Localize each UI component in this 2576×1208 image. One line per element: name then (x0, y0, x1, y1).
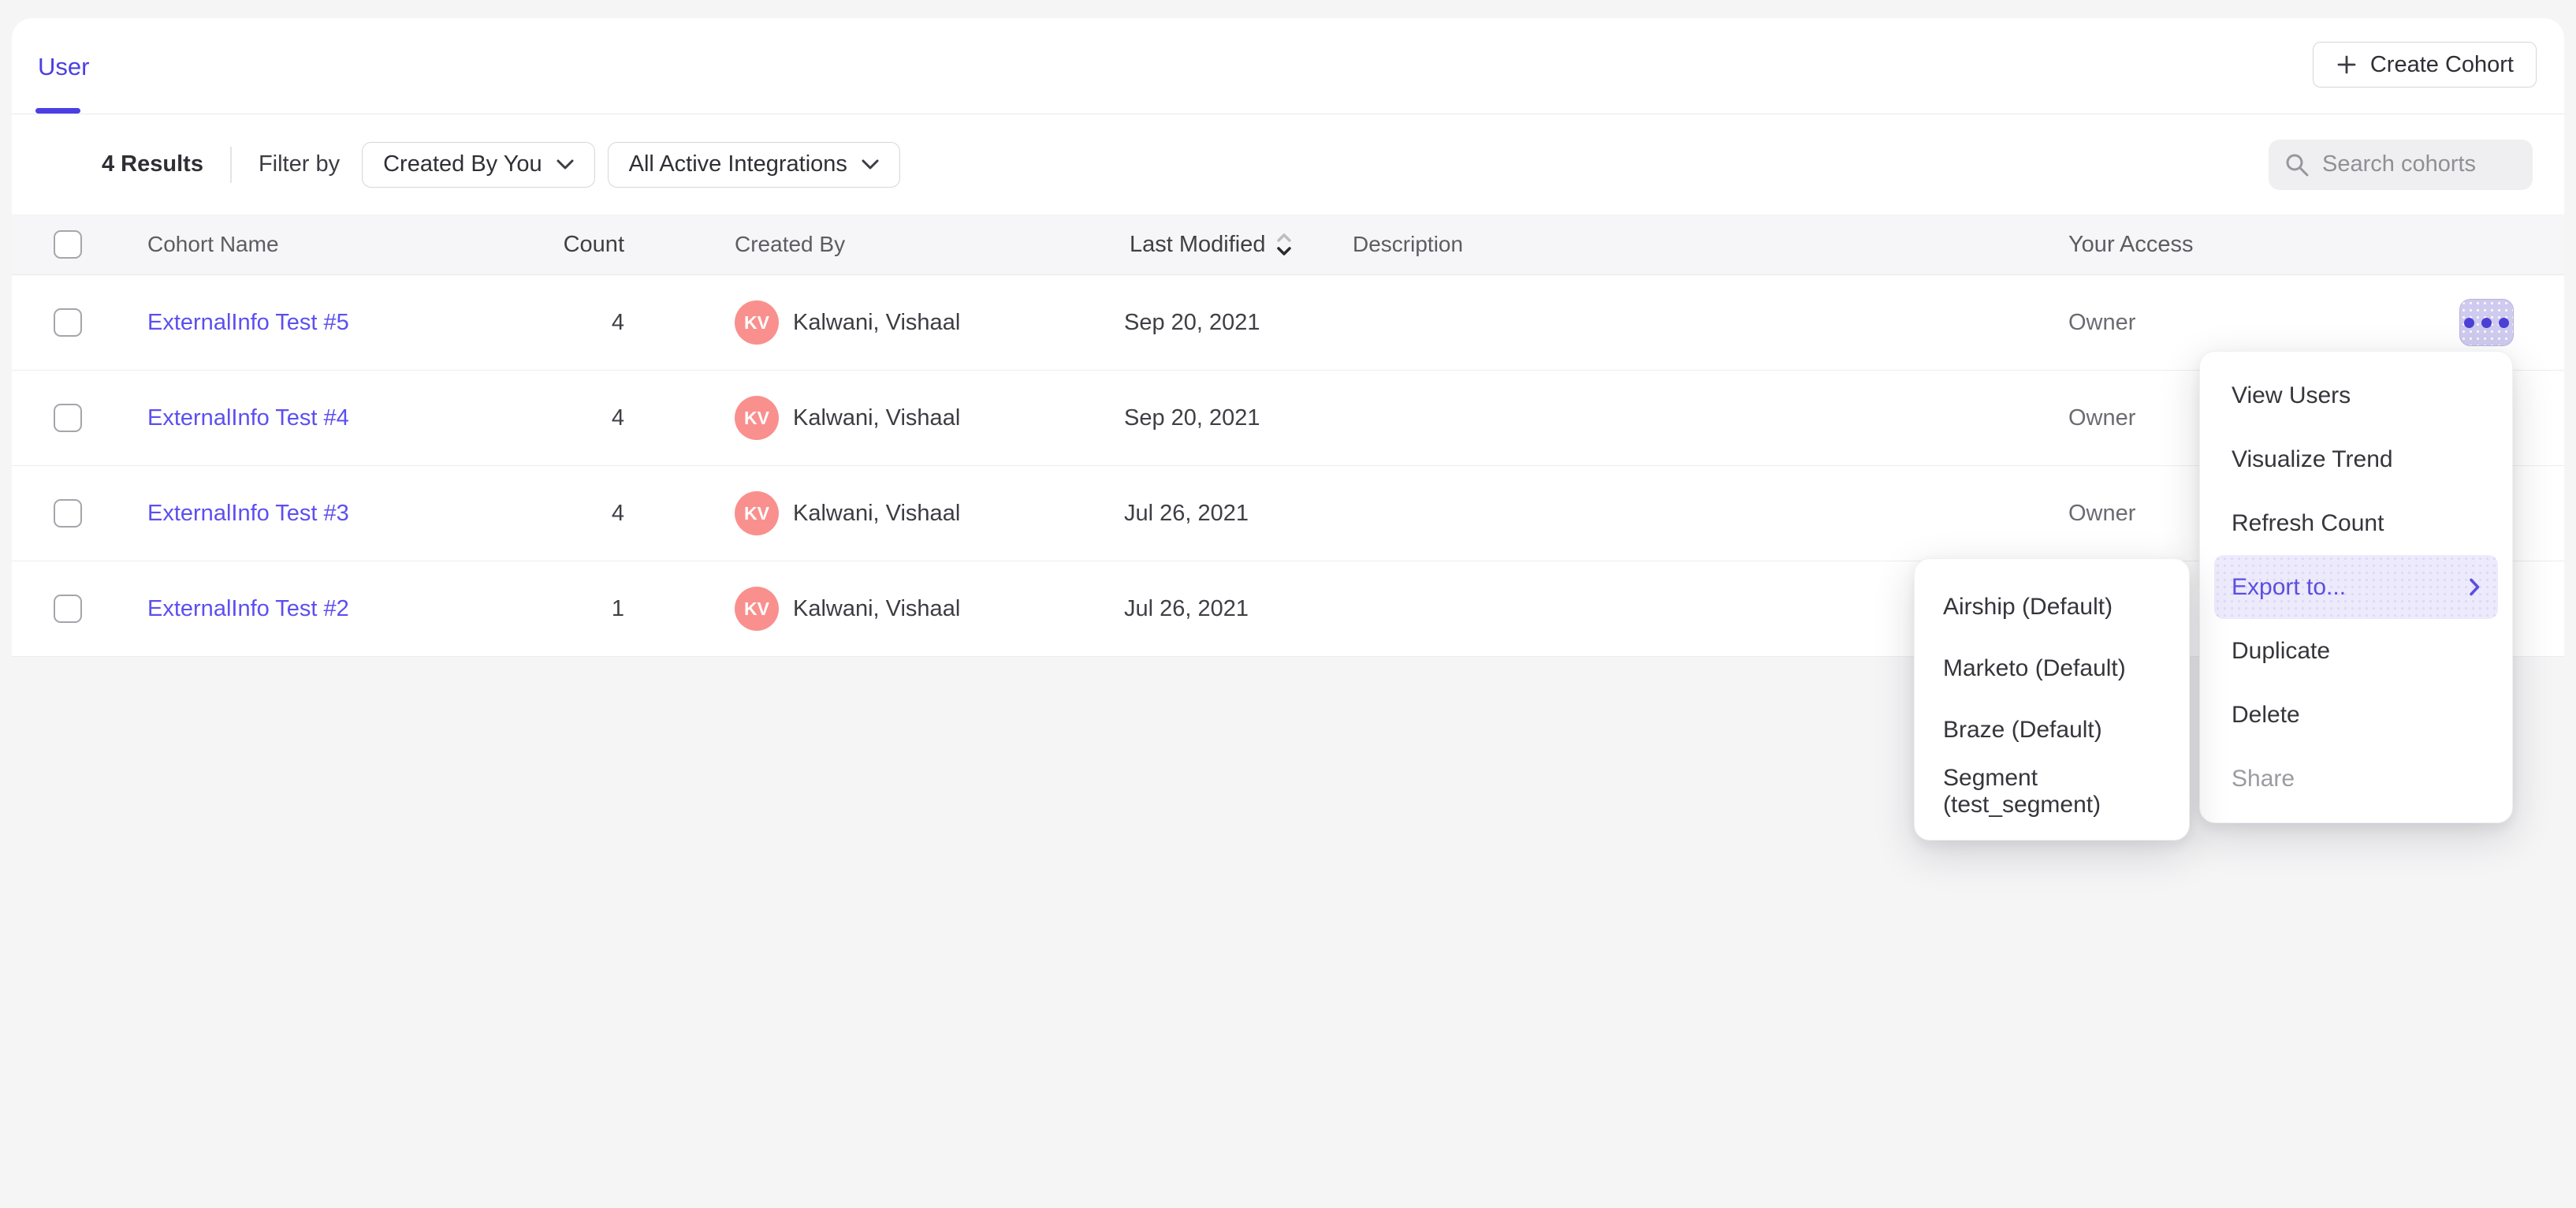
tab-user[interactable]: User (38, 53, 89, 81)
row-checkbox[interactable] (54, 308, 82, 337)
cohort-count: 4 (482, 501, 624, 527)
created-by-name: Kalwani, Vishaal (793, 405, 960, 431)
sort-icon[interactable] (1275, 231, 1293, 258)
context-menu-item[interactable]: Share (2200, 747, 2512, 811)
header-description[interactable]: Description (1353, 232, 2068, 257)
cohort-name-link[interactable]: ExternalInfo Test #4 (147, 405, 349, 431)
toolbar-divider (230, 147, 232, 183)
header-your-access[interactable]: Your Access (2068, 232, 2444, 258)
context-menu-item-label: Duplicate (2232, 638, 2330, 665)
created-by-name: Kalwani, Vishaal (793, 501, 960, 527)
search-box (2269, 140, 2533, 190)
integrations-dropdown[interactable]: All Active Integrations (608, 142, 900, 188)
cohort-name-link[interactable]: ExternalInfo Test #5 (147, 310, 349, 335)
export-submenu-item[interactable]: Segment (test_segment) (1915, 761, 2189, 822)
row-actions-button[interactable] (2459, 299, 2514, 346)
last-modified-date: Jul 26, 2021 (1124, 501, 1353, 527)
access-level: Owner (2068, 310, 2444, 336)
results-count: 4 Results (102, 151, 203, 177)
context-menu-item-label: View Users (2232, 382, 2351, 409)
export-submenu: Airship (Default) Marketo (Default) Braz… (1914, 558, 2190, 841)
chevron-down-icon (557, 159, 574, 170)
row-checkbox[interactable] (54, 404, 82, 432)
active-tab-indicator (35, 108, 80, 114)
context-menu-item-label: Visualize Trend (2232, 446, 2393, 473)
header-cohort-name[interactable]: Cohort Name (136, 232, 482, 257)
chevron-right-icon (2469, 578, 2481, 596)
filter-by-label: Filter by (259, 151, 340, 177)
cohort-name-link[interactable]: ExternalInfo Test #2 (147, 596, 349, 621)
ellipsis-icon (2464, 318, 2474, 328)
context-menu-item[interactable]: Visualize Trend (2200, 427, 2512, 491)
cohort-name-link[interactable]: ExternalInfo Test #3 (147, 501, 349, 526)
header-count[interactable]: Count (482, 232, 624, 258)
context-menu-item-label: Refresh Count (2232, 510, 2384, 537)
search-input[interactable] (2322, 151, 2517, 177)
create-cohort-label: Create Cohort (2370, 52, 2514, 78)
created-by-name: Kalwani, Vishaal (793, 596, 960, 622)
context-menu-item[interactable]: Refresh Count (2200, 491, 2512, 555)
context-menu: View Users Visualize Trend Refresh Count… (2199, 351, 2513, 823)
select-all-checkbox[interactable] (54, 230, 82, 259)
table-row: ExternalInfo Test #5 4 KV Kalwani, Visha… (12, 275, 2564, 371)
row-checkbox[interactable] (54, 595, 82, 623)
last-modified-date: Sep 20, 2021 (1124, 405, 1353, 431)
header-last-modified[interactable]: Last Modified (1124, 231, 1353, 258)
avatar: KV (735, 587, 779, 631)
header-last-modified-label: Last Modified (1130, 232, 1266, 258)
context-menu-item-label: Share (2232, 766, 2295, 792)
tab-bar: User Create Cohort (12, 18, 2564, 114)
search-icon (2284, 152, 2310, 177)
table-header: Cohort Name Count Created By Last Modifi… (12, 214, 2564, 275)
header-created-by[interactable]: Created By (624, 232, 1124, 257)
last-modified-date: Sep 20, 2021 (1124, 310, 1353, 336)
avatar: KV (735, 396, 779, 440)
create-cohort-button[interactable]: Create Cohort (2313, 42, 2537, 88)
cohort-count: 4 (482, 405, 624, 431)
last-modified-date: Jul 26, 2021 (1124, 596, 1353, 622)
export-submenu-item[interactable]: Airship (Default) (1915, 576, 2189, 638)
integrations-dropdown-label: All Active Integrations (629, 151, 847, 177)
created-by-dropdown-label: Created By You (383, 151, 542, 177)
context-menu-item[interactable]: Duplicate (2200, 619, 2512, 683)
created-by-name: Kalwani, Vishaal (793, 310, 960, 336)
avatar: KV (735, 491, 779, 535)
chevron-down-icon (862, 159, 879, 170)
filter-toolbar: 4 Results Filter by Created By You All A… (12, 114, 2564, 214)
cohort-count: 4 (482, 310, 624, 336)
table-row: ExternalInfo Test #3 4 KV Kalwani, Visha… (12, 466, 2564, 561)
context-menu-item[interactable]: Delete (2200, 683, 2512, 747)
cohort-count: 1 (482, 596, 624, 622)
context-menu-item[interactable]: Export to... (2214, 555, 2498, 619)
export-submenu-item[interactable]: Braze (Default) (1915, 699, 2189, 761)
context-menu-item[interactable]: View Users (2200, 364, 2512, 427)
avatar: KV (735, 300, 779, 345)
plus-icon (2336, 54, 2358, 76)
context-menu-item-label: Delete (2232, 702, 2300, 729)
export-submenu-item[interactable]: Marketo (Default) (1915, 638, 2189, 699)
table-row: ExternalInfo Test #4 4 KV Kalwani, Visha… (12, 371, 2564, 466)
created-by-dropdown[interactable]: Created By You (362, 142, 595, 188)
context-menu-item-label: Export to... (2232, 574, 2346, 601)
row-checkbox[interactable] (54, 499, 82, 528)
